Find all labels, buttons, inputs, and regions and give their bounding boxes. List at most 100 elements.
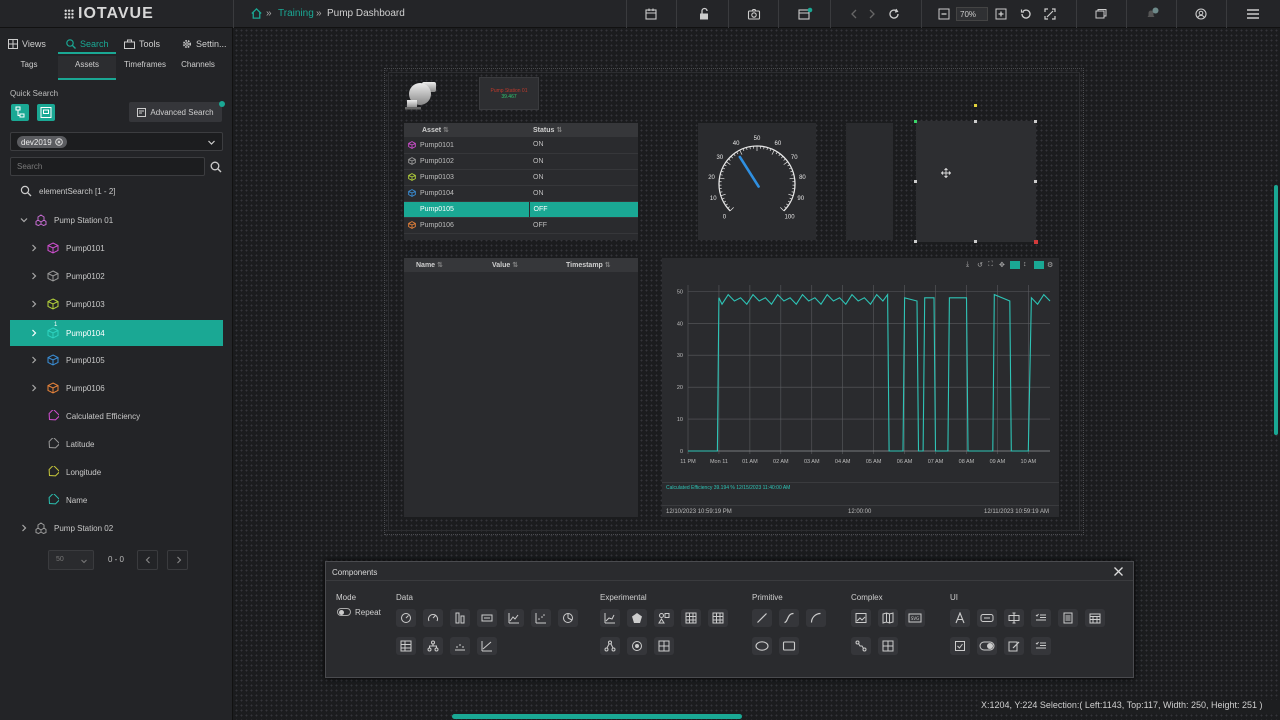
- radar-component-button[interactable]: [627, 609, 647, 627]
- line-component-button[interactable]: [752, 609, 772, 627]
- toggle-component-button[interactable]: [977, 637, 997, 655]
- tree-item-name[interactable]: Name: [10, 488, 223, 512]
- subtab-tags[interactable]: Tags: [0, 60, 58, 78]
- gauge-component-button[interactable]: [396, 609, 416, 627]
- search-result-row[interactable]: elementSearch [1 - 2]: [10, 179, 223, 203]
- status-column-header[interactable]: Status ⇅: [529, 123, 638, 137]
- chevron-right-icon[interactable]: [29, 383, 39, 393]
- fit-screen-icon[interactable]: [1043, 7, 1057, 21]
- repeat-toggle[interactable]: [337, 608, 351, 616]
- chevron-right-icon[interactable]: [865, 7, 879, 21]
- empty-widget-narrow[interactable]: [846, 123, 893, 240]
- zoom-out-icon[interactable]: [937, 7, 951, 21]
- subtab-assets[interactable]: Assets: [58, 56, 116, 80]
- zoom-level-input[interactable]: [956, 7, 988, 21]
- button-component-button[interactable]: [977, 609, 997, 627]
- text-component-button[interactable]: [950, 609, 970, 627]
- rotate-handle[interactable]: [974, 104, 977, 107]
- series-line-calculated-efficiency[interactable]: [688, 292, 1051, 452]
- tree-item-longitude[interactable]: Longitude: [10, 460, 223, 484]
- trend-chart-widget[interactable]: ⤓ ↺ ⛶ ✥ ↕ ⚙ 0 10 20 30 40 50 11 PM Mon 11 01 AM 0…: [662, 258, 1059, 517]
- container-component-button[interactable]: [878, 637, 898, 655]
- resize-handle[interactable]: [1034, 120, 1037, 123]
- zoom-in-icon[interactable]: [994, 7, 1008, 21]
- selected-widget[interactable]: [916, 121, 1036, 242]
- layout-component-button[interactable]: [654, 637, 674, 655]
- tab-tools[interactable]: Tools: [124, 35, 160, 53]
- resize-handle[interactable]: [914, 180, 917, 183]
- checkbox-component-button[interactable]: [950, 637, 970, 655]
- refresh-icon[interactable]: [887, 7, 901, 21]
- tree-item-pump-station-01[interactable]: Pump Station 01: [10, 208, 223, 232]
- svg-component-button[interactable]: SVG: [905, 609, 925, 627]
- event-component-button[interactable]: [450, 637, 470, 655]
- station-value-display[interactable]: Pump Station 01 39.467: [479, 77, 539, 110]
- resize-handle[interactable]: [974, 120, 977, 123]
- datasource-select[interactable]: dev2019: [10, 132, 223, 151]
- table-row-selected[interactable]: Pump0105 OFF: [404, 201, 638, 218]
- subtab-channels[interactable]: Channels: [170, 60, 226, 78]
- form-component-button[interactable]: [1058, 609, 1078, 627]
- list-component-button[interactable]: [1031, 609, 1051, 627]
- chart-legend[interactable]: Calculated Efficiency 39.194 % 12/15/202…: [666, 485, 790, 491]
- hamburger-menu-icon[interactable]: [1246, 7, 1260, 21]
- pump-image[interactable]: [404, 78, 438, 110]
- breadcrumb-training[interactable]: Training: [278, 8, 314, 19]
- tree-item-pump0101[interactable]: Pump0101: [10, 236, 223, 260]
- rectangle-component-button[interactable]: [779, 637, 799, 655]
- subtab-timeframes[interactable]: Timeframes: [116, 60, 174, 78]
- tree-item-pump-station-02[interactable]: Pump Station 02: [10, 516, 223, 540]
- chevron-right-icon[interactable]: [19, 523, 29, 533]
- asset-column-header[interactable]: Asset ⇅: [404, 123, 529, 137]
- resize-handle[interactable]: [1034, 240, 1038, 244]
- value-component-button[interactable]: [477, 609, 497, 627]
- name-column-header[interactable]: Name ⇅: [416, 261, 492, 269]
- edit-component-button[interactable]: [1004, 637, 1024, 655]
- select-component-button[interactable]: [1031, 637, 1051, 655]
- chevron-right-icon[interactable]: [29, 355, 39, 365]
- tree-item-pump0103[interactable]: Pump0103: [10, 292, 223, 316]
- tree-item-pump0106[interactable]: Pump0106: [10, 376, 223, 400]
- tree-component-button[interactable]: [423, 637, 443, 655]
- map-component-button[interactable]: [878, 609, 898, 627]
- indicator-component-button[interactable]: [627, 637, 647, 655]
- calendar-component-button[interactable]: [1085, 609, 1105, 627]
- horizontal-scrollbar[interactable]: [452, 714, 742, 719]
- search-submit-icon[interactable]: [210, 161, 222, 173]
- arc-component-button[interactable]: [806, 609, 826, 627]
- tab-search[interactable]: Search: [66, 35, 109, 53]
- app-logo[interactable]: IOTAVUE: [64, 5, 154, 23]
- next-page-button[interactable]: [167, 550, 188, 570]
- quick-search-hierarchy-button[interactable]: [11, 104, 29, 121]
- table-row[interactable]: Pump0102 ON: [404, 153, 638, 170]
- resize-handle[interactable]: [914, 240, 917, 243]
- calendar-notification-icon[interactable]: [797, 7, 813, 21]
- resize-handle[interactable]: [914, 120, 917, 123]
- grid-component-button[interactable]: [681, 609, 701, 627]
- tree-item-pump0105[interactable]: Pump0105: [10, 348, 223, 372]
- chevron-right-icon[interactable]: [29, 328, 39, 338]
- chevron-right-icon[interactable]: [29, 243, 39, 253]
- flow-component-button[interactable]: [851, 637, 871, 655]
- tab-settings[interactable]: Settin...: [182, 35, 227, 53]
- asset-status-table[interactable]: Asset ⇅ Status ⇅ Pump0101 ON Pump0102 ON…: [404, 123, 638, 240]
- tab-views[interactable]: Views: [8, 35, 46, 53]
- table-row[interactable]: Pump0106 OFF: [404, 217, 638, 234]
- camera-icon[interactable]: [747, 7, 761, 21]
- advanced-search-button[interactable]: Advanced Search: [129, 102, 222, 122]
- search-input[interactable]: [10, 157, 205, 176]
- xy-component-button[interactable]: [477, 637, 497, 655]
- calendar-icon[interactable]: [644, 7, 658, 21]
- table-row[interactable]: Pump0103 ON: [404, 169, 638, 186]
- windows-icon[interactable]: [1094, 7, 1108, 21]
- chip-remove-icon[interactable]: [54, 138, 63, 146]
- value-column-header[interactable]: Value ⇅: [492, 261, 566, 269]
- exp-chart-component-button[interactable]: [600, 609, 620, 627]
- gauge-widget[interactable]: 0 10 20 30 40 50 60 70 80 90 100: [698, 123, 816, 240]
- tree-item-pump0104[interactable]: 1 Pump0104: [10, 320, 223, 346]
- value-table[interactable]: Name ⇅ Value ⇅ Timestamp ⇅: [404, 258, 638, 517]
- close-icon[interactable]: [1113, 566, 1124, 577]
- input-component-button[interactable]: [1004, 609, 1024, 627]
- bar-gauge-component-button[interactable]: [450, 609, 470, 627]
- ellipse-component-button[interactable]: [752, 637, 772, 655]
